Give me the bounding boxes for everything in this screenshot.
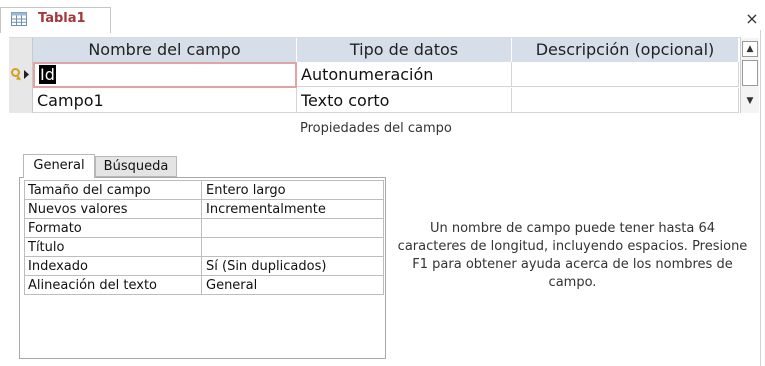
table-icon [11,12,27,26]
close-icon[interactable]: × [744,9,760,28]
property-row-titulo[interactable]: Título [24,237,384,257]
property-row-tamano[interactable]: Tamaño del campo Entero largo [24,180,384,200]
field-properties-panel: Tamaño del campo Entero largo Nuevos val… [19,177,386,359]
column-header-descripcion[interactable]: Descripción (opcional) [512,38,739,62]
property-name: Formato [24,218,202,238]
field-name-cell[interactable]: Id [33,62,297,88]
property-value[interactable]: Incrementalmente [201,199,384,219]
current-record-arrow-icon [24,70,29,79]
property-row-nuevos-valores[interactable]: Nuevos valores Incrementalmente [24,199,384,219]
field-name-cell[interactable]: Campo1 [33,88,297,113]
data-type-cell[interactable]: Autonumeración [297,62,512,87]
column-header-tipo-de-datos[interactable]: Tipo de datos [297,38,512,62]
tab-general[interactable]: General [23,154,95,178]
column-header-nombre-del-campo[interactable]: Nombre del campo [33,38,297,62]
window-right-edge [760,30,765,366]
property-name: Tamaño del campo [24,180,202,200]
tab-busqueda[interactable]: Búsqueda [95,156,177,177]
property-name: Alineación del texto [24,275,202,295]
field-properties-label: Propiedades del campo [300,121,452,136]
property-row-indexado[interactable]: Indexado Sí (Sin duplicados) [24,256,384,276]
scrollbar-thumb[interactable] [742,60,758,86]
primary-key-icon [11,68,29,81]
help-text: Un nombre de campo puede tener hasta 64 … [397,221,748,290]
field-name-value: Id [39,65,56,84]
property-row-formato[interactable]: Formato [24,218,384,238]
scroll-up-button[interactable]: ▲ [742,41,758,57]
data-type-cell[interactable]: Texto corto [297,88,512,113]
property-name: Indexado [24,256,202,276]
document-tab-bar [0,0,765,33]
property-name: Nuevos valores [24,199,202,219]
grid-vertical-scrollbar[interactable]: ▲ ▼ [740,38,759,113]
property-value[interactable]: General [201,275,384,295]
property-row-alineacion[interactable]: Alineación del texto General [24,275,384,295]
property-name: Título [24,237,202,257]
property-value[interactable] [201,218,384,238]
scroll-down-button[interactable]: ▼ [742,94,758,110]
grid-corner[interactable] [9,38,33,62]
row-selector-campo1[interactable] [9,88,33,113]
row-selector-id[interactable] [9,62,33,88]
property-value[interactable]: Sí (Sin duplicados) [201,256,384,276]
description-cell[interactable] [512,88,739,113]
description-cell[interactable] [512,62,739,87]
property-value[interactable]: Entero largo [201,180,384,200]
tab-tabla1-label: Tabla1 [38,11,86,26]
property-value[interactable] [201,237,384,257]
